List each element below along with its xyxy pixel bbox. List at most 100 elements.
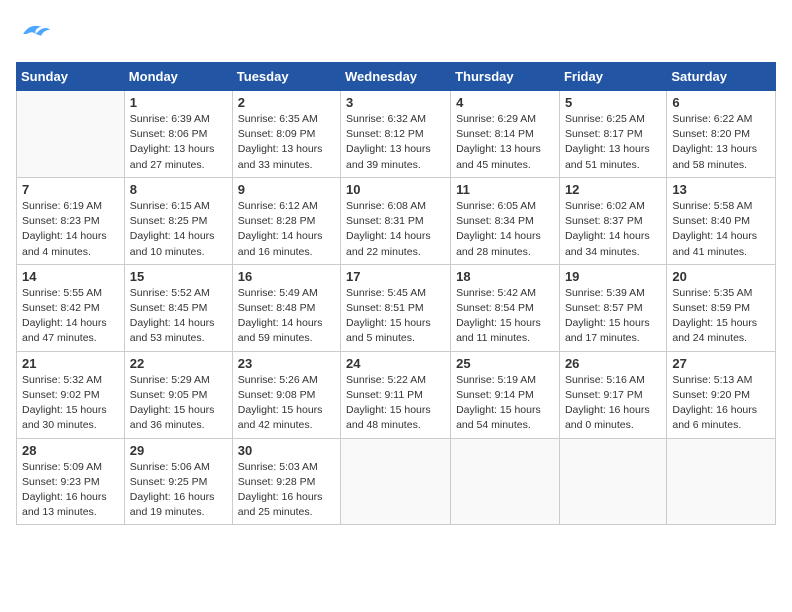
day-number: 8 bbox=[130, 182, 227, 197]
table-row: 10 Sunrise: 6:08 AMSunset: 8:31 PMDayligh… bbox=[341, 177, 451, 264]
table-row: 20Sunrise: 5:35 AMSunset: 8:59 PMDayligh… bbox=[667, 264, 776, 351]
day-info: Sunrise: 5:52 AMSunset: 8:45 PMDaylight:… bbox=[130, 286, 227, 347]
page-header bbox=[16, 16, 776, 52]
day-number: 28 bbox=[22, 443, 119, 458]
day-number: 21 bbox=[22, 356, 119, 371]
day-info: Sunrise: 5:55 AMSunset: 8:42 PMDaylight:… bbox=[22, 286, 119, 347]
day-info: Sunrise: 5:16 AMSunset: 9:17 PMDaylight:… bbox=[565, 373, 661, 434]
day-number: 12 bbox=[565, 182, 661, 197]
table-row: 26 Sunrise: 5:16 AMSunset: 9:17 PMDayligh… bbox=[559, 351, 666, 438]
day-number: 3 bbox=[346, 95, 445, 110]
table-row: 1 Sunrise: 6:39 AMSunset: 8:06 PMDaylight… bbox=[124, 91, 232, 178]
day-number: 10 bbox=[346, 182, 445, 197]
table-row: 25Sunrise: 5:19 AMSunset: 9:14 PMDayligh… bbox=[451, 351, 560, 438]
day-number: 7 bbox=[22, 182, 119, 197]
day-info: Sunrise: 5:58 AMSunset: 8:40 PMDaylight:… bbox=[672, 199, 770, 260]
calendar-header: SundayMondayTuesdayWednesdayThursdayFrid… bbox=[17, 63, 776, 91]
col-header-wednesday: Wednesday bbox=[341, 63, 451, 91]
day-number: 6 bbox=[672, 95, 770, 110]
day-info: Sunrise: 6:19 AMSunset: 8:23 PMDaylight:… bbox=[22, 199, 119, 260]
day-info: Sunrise: 5:29 AMSunset: 9:05 PMDaylight:… bbox=[130, 373, 227, 434]
col-header-thursday: Thursday bbox=[451, 63, 560, 91]
day-info: Sunrise: 5:49 AMSunset: 8:48 PMDaylight:… bbox=[238, 286, 335, 347]
table-row: 14 Sunrise: 5:55 AMSunset: 8:42 PMDayligh… bbox=[17, 264, 125, 351]
day-info: Sunrise: 6:35 AMSunset: 8:09 PMDaylight:… bbox=[238, 112, 335, 173]
col-header-friday: Friday bbox=[559, 63, 666, 91]
day-info: Sunrise: 5:19 AMSunset: 9:14 PMDaylight:… bbox=[456, 373, 554, 434]
table-row bbox=[451, 438, 560, 525]
day-info: Sunrise: 5:26 AMSunset: 9:08 PMDaylight:… bbox=[238, 373, 335, 434]
day-info: Sunrise: 5:06 AMSunset: 9:25 PMDaylight:… bbox=[130, 460, 227, 521]
table-row: 21Sunrise: 5:32 AMSunset: 9:02 PMDayligh… bbox=[17, 351, 125, 438]
day-number: 4 bbox=[456, 95, 554, 110]
day-info: Sunrise: 5:22 AMSunset: 9:11 PMDaylight:… bbox=[346, 373, 445, 434]
day-number: 9 bbox=[238, 182, 335, 197]
table-row: 2 Sunrise: 6:35 AMSunset: 8:09 PMDaylight… bbox=[232, 91, 340, 178]
table-row: 7 Sunrise: 6:19 AMSunset: 8:23 PMDaylight… bbox=[17, 177, 125, 264]
day-info: Sunrise: 5:45 AMSunset: 8:51 PMDaylight:… bbox=[346, 286, 445, 347]
day-number: 30 bbox=[238, 443, 335, 458]
day-info: Sunrise: 6:32 AMSunset: 8:12 PMDaylight:… bbox=[346, 112, 445, 173]
col-header-sunday: Sunday bbox=[17, 63, 125, 91]
table-row: 19 Sunrise: 5:39 AMSunset: 8:57 PMDayligh… bbox=[559, 264, 666, 351]
day-number: 20 bbox=[672, 269, 770, 284]
table-row: 9 Sunrise: 6:12 AMSunset: 8:28 PMDaylight… bbox=[232, 177, 340, 264]
day-info: Sunrise: 6:22 AMSunset: 8:20 PMDaylight:… bbox=[672, 112, 770, 173]
table-row: 3 Sunrise: 6:32 AMSunset: 8:12 PMDaylight… bbox=[341, 91, 451, 178]
table-row bbox=[667, 438, 776, 525]
calendar-table: SundayMondayTuesdayWednesdayThursdayFrid… bbox=[16, 62, 776, 525]
table-row: 12 Sunrise: 6:02 AMSunset: 8:37 PMDayligh… bbox=[559, 177, 666, 264]
col-header-tuesday: Tuesday bbox=[232, 63, 340, 91]
day-number: 11 bbox=[456, 182, 554, 197]
day-number: 29 bbox=[130, 443, 227, 458]
day-number: 17 bbox=[346, 269, 445, 284]
day-number: 5 bbox=[565, 95, 661, 110]
day-info: Sunrise: 5:09 AMSunset: 9:23 PMDaylight:… bbox=[22, 460, 119, 521]
table-row: 13 Sunrise: 5:58 AMSunset: 8:40 PMDayligh… bbox=[667, 177, 776, 264]
day-info: Sunrise: 6:39 AMSunset: 8:06 PMDaylight:… bbox=[130, 112, 227, 173]
table-row bbox=[17, 91, 125, 178]
table-row: 4 Sunrise: 6:29 AMSunset: 8:14 PMDaylight… bbox=[451, 91, 560, 178]
day-number: 16 bbox=[238, 269, 335, 284]
table-row: 8 Sunrise: 6:15 AMSunset: 8:25 PMDaylight… bbox=[124, 177, 232, 264]
table-row: 11 Sunrise: 6:05 AMSunset: 8:34 PMDayligh… bbox=[451, 177, 560, 264]
day-info: Sunrise: 6:05 AMSunset: 8:34 PMDaylight:… bbox=[456, 199, 554, 260]
day-number: 24 bbox=[346, 356, 445, 371]
day-number: 2 bbox=[238, 95, 335, 110]
day-info: Sunrise: 5:39 AMSunset: 8:57 PMDaylight:… bbox=[565, 286, 661, 347]
table-row: 28 Sunrise: 5:09 AMSunset: 9:23 PMDayligh… bbox=[17, 438, 125, 525]
day-number: 27 bbox=[672, 356, 770, 371]
col-header-saturday: Saturday bbox=[667, 63, 776, 91]
table-row: 30 Sunrise: 5:03 AMSunset: 9:28 PMDayligh… bbox=[232, 438, 340, 525]
day-info: Sunrise: 5:03 AMSunset: 9:28 PMDaylight:… bbox=[238, 460, 335, 521]
day-info: Sunrise: 5:13 AMSunset: 9:20 PMDaylight:… bbox=[672, 373, 770, 434]
day-number: 22 bbox=[130, 356, 227, 371]
logo-bird-icon bbox=[16, 16, 52, 52]
day-info: Sunrise: 6:15 AMSunset: 8:25 PMDaylight:… bbox=[130, 199, 227, 260]
day-number: 26 bbox=[565, 356, 661, 371]
day-info: Sunrise: 6:12 AMSunset: 8:28 PMDaylight:… bbox=[238, 199, 335, 260]
day-number: 14 bbox=[22, 269, 119, 284]
table-row: 27 Sunrise: 5:13 AMSunset: 9:20 PMDayligh… bbox=[667, 351, 776, 438]
table-row: 5 Sunrise: 6:25 AMSunset: 8:17 PMDaylight… bbox=[559, 91, 666, 178]
day-info: Sunrise: 5:42 AMSunset: 8:54 PMDaylight:… bbox=[456, 286, 554, 347]
table-row: 6 Sunrise: 6:22 AMSunset: 8:20 PMDaylight… bbox=[667, 91, 776, 178]
day-number: 13 bbox=[672, 182, 770, 197]
table-row: 22 Sunrise: 5:29 AMSunset: 9:05 PMDayligh… bbox=[124, 351, 232, 438]
day-number: 1 bbox=[130, 95, 227, 110]
day-info: Sunrise: 6:29 AMSunset: 8:14 PMDaylight:… bbox=[456, 112, 554, 173]
table-row bbox=[559, 438, 666, 525]
table-row: 17 Sunrise: 5:45 AMSunset: 8:51 PMDayligh… bbox=[341, 264, 451, 351]
table-row: 15 Sunrise: 5:52 AMSunset: 8:45 PMDayligh… bbox=[124, 264, 232, 351]
day-info: Sunrise: 6:25 AMSunset: 8:17 PMDaylight:… bbox=[565, 112, 661, 173]
day-info: Sunrise: 6:08 AMSunset: 8:31 PMDaylight:… bbox=[346, 199, 445, 260]
col-header-monday: Monday bbox=[124, 63, 232, 91]
table-row: 24 Sunrise: 5:22 AMSunset: 9:11 PMDayligh… bbox=[341, 351, 451, 438]
table-row: 16 Sunrise: 5:49 AMSunset: 8:48 PMDayligh… bbox=[232, 264, 340, 351]
day-number: 18 bbox=[456, 269, 554, 284]
day-info: Sunrise: 6:02 AMSunset: 8:37 PMDaylight:… bbox=[565, 199, 661, 260]
table-row: 29 Sunrise: 5:06 AMSunset: 9:25 PMDayligh… bbox=[124, 438, 232, 525]
day-number: 19 bbox=[565, 269, 661, 284]
day-number: 15 bbox=[130, 269, 227, 284]
table-row: 23Sunrise: 5:26 AMSunset: 9:08 PMDayligh… bbox=[232, 351, 340, 438]
